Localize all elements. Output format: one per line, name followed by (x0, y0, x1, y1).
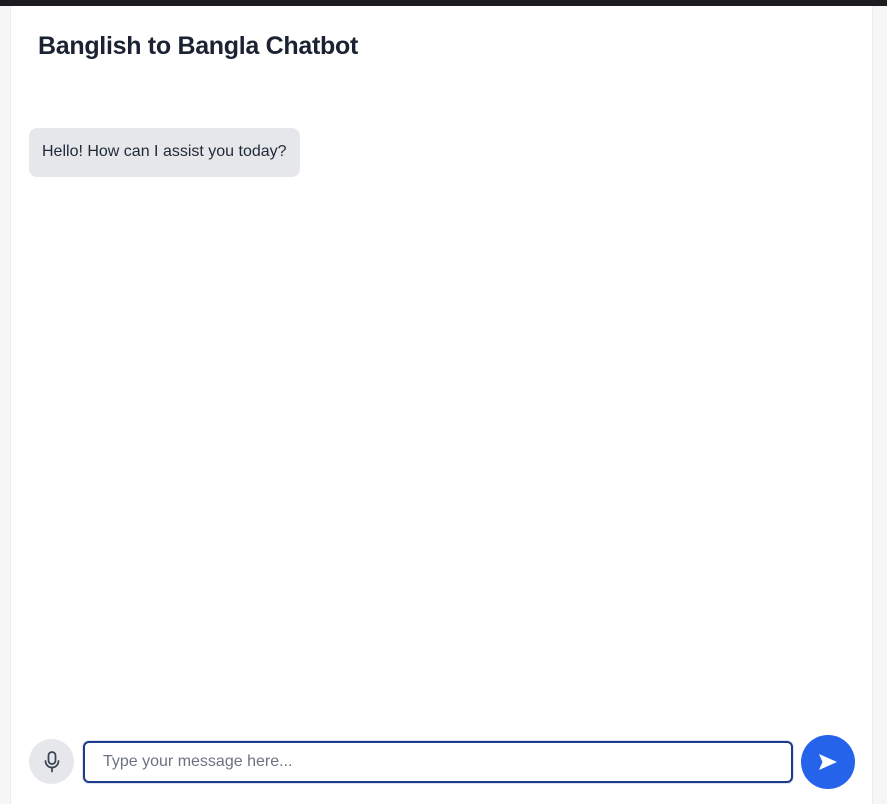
message-input[interactable] (83, 741, 793, 783)
bot-message-bubble: Hello! How can I assist you today? (29, 128, 300, 177)
chat-window: Banglish to Bangla Chatbot Hello! How ca… (10, 6, 873, 804)
send-button[interactable] (801, 735, 855, 789)
message-list: Hello! How can I assist you today? (29, 128, 854, 724)
microphone-icon (44, 750, 59, 772)
microphone-button[interactable] (29, 739, 74, 784)
send-arrow-icon (819, 754, 837, 770)
page-title: Banglish to Bangla Chatbot (38, 32, 358, 60)
